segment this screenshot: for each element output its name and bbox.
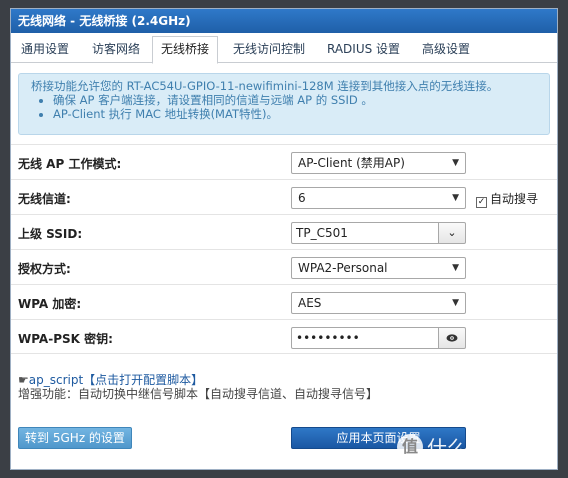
info-line: 桥接功能允许您的 RT-AC54U-GPIO-11-newifimini-128… [31,79,499,93]
tab-general[interactable]: 通用设置 [13,37,77,63]
row-channel: 无线信道: 6 ▼ ✓ 自动搜寻 [11,179,557,214]
watermark: 值什么值得买 [397,432,562,472]
auth-select[interactable]: WPA2-Personal ▼ [291,257,466,279]
show-password-button[interactable] [439,327,466,349]
dropdown-arrow-icon: ▼ [452,298,459,308]
tab-bar: 通用设置 访客网络 无线桥接 无线访问控制 RADIUS 设置 高级设置 [11,33,557,64]
channel-label: 无线信道: [18,192,71,206]
row-wpa-encryption: WPA 加密: AES ▼ [11,284,557,319]
psk-label: WPA-PSK 密钥: [18,332,113,346]
tab-radius[interactable]: RADIUS 设置 [319,37,408,63]
watermark-logo: 值 [397,433,423,460]
info-box: 桥接功能允许您的 RT-AC54U-GPIO-11-newifimini-128… [18,73,550,135]
tab-advanced[interactable]: 高级设置 [414,37,478,63]
ap-script-link[interactable]: ap_script【点击打开配置脚本】 [29,373,203,387]
ssid-label: 上级 SSID: [18,227,83,241]
row-auth: 授权方式: WPA2-Personal ▼ [11,249,557,284]
ap-mode-select[interactable]: AP-Client (禁用AP) ▼ [291,152,466,174]
channel-select[interactable]: 6 ▼ [291,187,466,209]
auth-value: WPA2-Personal [298,261,388,275]
auth-label: 授权方式: [18,262,71,276]
dropdown-arrow-icon: ▼ [452,193,459,203]
panel-title: 无线网络 - 无线桥接 (2.4GHz) [11,9,557,33]
dropdown-arrow-icon: ▼ [452,158,459,168]
dropdown-arrow-icon: ▼ [452,263,459,273]
wpa-encryption-select[interactable]: AES ▼ [291,292,466,314]
row-psk: WPA-PSK 密钥: ••••••••• [11,319,557,354]
tab-access-control[interactable]: 无线访问控制 [225,37,313,63]
auto-search-label: 自动搜寻 [490,192,539,206]
script-section: ☛ap_script【点击打开配置脚本】 增强功能：自动切换中继信号脚本【自动搜… [18,373,378,401]
auto-search-option[interactable]: ✓ 自动搜寻 [476,190,538,208]
chevron-down-icon: ⌄ [447,226,457,239]
wireless-settings-panel: 无线网络 - 无线桥接 (2.4GHz) 通用设置 访客网络 无线桥接 无线访问… [10,8,558,470]
tab-guest-network[interactable]: 访客网络 [84,37,148,63]
wpa-encryption-value: AES [298,296,322,310]
script-description: 增强功能：自动切换中继信号脚本【自动搜寻信道、自动搜寻信号】 [18,387,379,401]
row-ap-mode: 无线 AP 工作模式: AP-Client (禁用AP) ▼ [11,144,557,179]
ap-mode-label: 无线 AP 工作模式: [18,157,122,171]
watermark-text: 什么值得买 [427,436,527,460]
eye-icon [446,334,458,342]
ssid-dropdown-button[interactable]: ⌄ [439,222,466,244]
row-ssid: 上级 SSID: TP_C501 ⌄ [11,214,557,249]
wpa-encryption-label: WPA 加密: [18,297,82,311]
psk-input[interactable]: ••••••••• [291,327,439,349]
hand-pointer-icon: ☛ [18,373,29,387]
auto-search-checkbox[interactable]: ✓ [476,197,487,208]
info-bullet: 确保 AP 客户端连接，请设置相同的信道与远端 AP 的 SSID 。 [53,93,539,107]
info-bullet: AP-Client 执行 MAC 地址转换(MAT特性)。 [53,107,539,121]
ssid-input[interactable]: TP_C501 [291,222,439,244]
channel-value: 6 [298,191,306,205]
switch-5ghz-button[interactable]: 转到 5GHz 的设置 [18,427,132,449]
tab-wireless-bridge[interactable]: 无线桥接 [152,36,219,64]
ap-mode-value: AP-Client (禁用AP) [298,156,405,170]
